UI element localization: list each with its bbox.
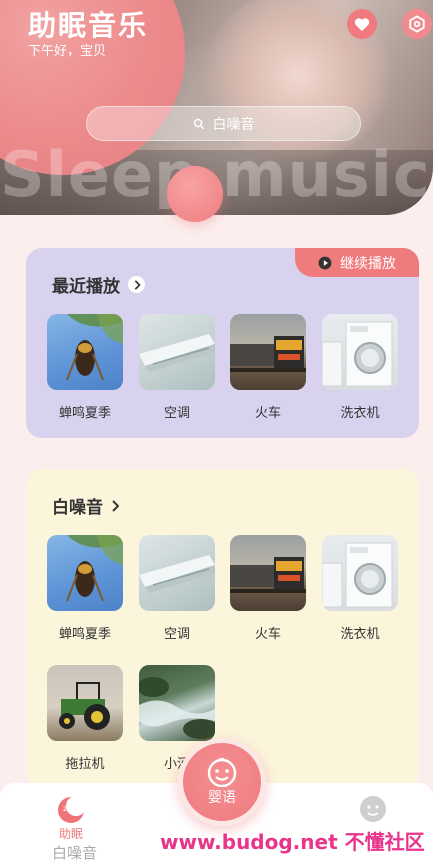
nav-profile-tab[interactable]	[358, 795, 388, 826]
baby-language-button[interactable]: 婴语	[178, 738, 266, 826]
baby-face-icon	[207, 757, 237, 787]
white-noise-item-washing-machine[interactable]: 洗衣机	[322, 535, 398, 642]
white-noise-item-air-conditioner[interactable]: 空调	[139, 535, 215, 642]
nav-sleep-tab[interactable]: z 助眠	[50, 795, 92, 842]
tile-label: 洗衣机	[340, 627, 380, 642]
tile-label: 空调	[163, 406, 190, 421]
air-conditioner-thumbnail	[139, 314, 215, 390]
cicada-thumbnail	[47, 314, 123, 390]
recent-item-cicada[interactable]: 蝉鸣夏季	[47, 314, 123, 421]
recent-item-washing-machine[interactable]: 洗衣机	[322, 314, 398, 421]
play-circle-icon	[318, 256, 332, 269]
train-thumbnail	[230, 314, 306, 390]
greeting-subtitle: 下午好，宝贝	[28, 44, 107, 59]
recent-played-card: 继续播放 最近播放 蝉鸣夏季 空调 火车 洗衣机	[26, 248, 419, 438]
recent-section-title[interactable]: 最近播放	[52, 272, 145, 297]
favorite-button[interactable]	[347, 9, 377, 39]
search-bar[interactable]: 白噪音	[86, 106, 361, 141]
scrolled-section-peek: 白噪音	[52, 844, 98, 860]
nav-sleep-label: 助眠	[58, 827, 83, 841]
recent-item-train[interactable]: 火车	[230, 314, 306, 421]
chevron-right-icon	[128, 276, 145, 293]
moon-sleep-icon: z	[56, 795, 86, 825]
baby-language-label: 婴语	[208, 790, 236, 806]
face-profile-icon	[360, 796, 386, 822]
tile-label: 火车	[254, 406, 281, 421]
decorative-ball	[167, 166, 223, 222]
continue-play-button[interactable]: 继续播放	[295, 248, 419, 277]
settings-button[interactable]	[402, 9, 432, 39]
air-conditioner-thumbnail	[139, 535, 215, 611]
site-watermark: www.budog.net 不懂社区	[160, 830, 425, 854]
tile-label: 火车	[254, 627, 281, 642]
washing-machine-thumbnail	[322, 535, 398, 611]
washing-machine-thumbnail	[322, 314, 398, 390]
tile-label: 拖拉机	[65, 757, 105, 772]
svg-text:z: z	[63, 804, 67, 813]
app-title: 助眠音乐	[28, 9, 149, 42]
tile-label: 洗衣机	[340, 406, 380, 421]
search-icon	[193, 118, 204, 129]
stream-thumbnail	[139, 665, 215, 741]
train-thumbnail	[230, 535, 306, 611]
hexagon-settings-icon	[409, 15, 425, 33]
chevron-right-icon	[111, 499, 119, 512]
tractor-thumbnail	[47, 665, 123, 741]
white-noise-item-tractor[interactable]: 拖拉机	[47, 665, 123, 772]
tile-label: 蝉鸣夏季	[58, 627, 111, 642]
search-placeholder: 白噪音	[212, 116, 255, 133]
recent-item-air-conditioner[interactable]: 空调	[139, 314, 215, 421]
recent-title-text: 最近播放	[52, 277, 120, 297]
tile-label: 蝉鸣夏季	[58, 406, 111, 421]
continue-play-label: 继续播放	[340, 255, 396, 272]
white-noise-item-cicada[interactable]: 蝉鸣夏季	[47, 535, 123, 642]
heart-icon	[354, 17, 370, 31]
white-noise-title-text: 白噪音	[52, 498, 103, 518]
white-noise-item-train[interactable]: 火车	[230, 535, 306, 642]
white-noise-section-title[interactable]: 白噪音	[52, 493, 119, 518]
cicada-thumbnail	[47, 535, 123, 611]
tile-label: 空调	[163, 627, 190, 642]
